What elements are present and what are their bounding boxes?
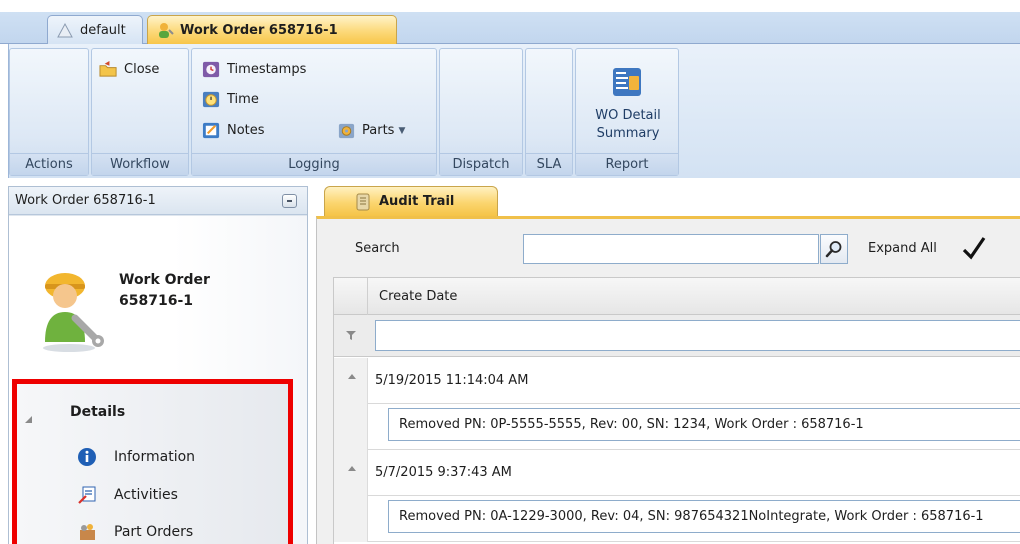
detail-row: Removed PN: 0A-1229-3000, Rev: 04, SN: 9… — [334, 496, 1020, 542]
parts-icon — [338, 123, 355, 139]
top-strip — [0, 0, 1020, 12]
nav-item-information-label: Information — [114, 449, 196, 465]
nav-item-activities[interactable]: Activities — [77, 483, 178, 507]
tab-audit-trail[interactable]: Audit Trail — [324, 186, 498, 216]
stopwatch-icon — [202, 91, 220, 108]
ribbon-group-sla-label: SLA — [526, 153, 572, 175]
wo-detail-label-line2: Summary — [596, 126, 660, 141]
worker-icon — [43, 273, 104, 352]
tab-work-order[interactable]: Work Order 658716-1 — [147, 15, 397, 44]
info-icon — [78, 448, 96, 466]
ribbon-group-logging: Timestamps Time Notes Parts ▼ Logging — [191, 48, 437, 176]
close-button[interactable]: Close — [99, 60, 159, 79]
notes-button[interactable]: Notes — [202, 121, 265, 140]
search-label: Search — [355, 241, 400, 256]
group-date: 5/7/2015 9:37:43 AM — [375, 465, 512, 480]
detail-report-icon — [613, 68, 641, 96]
tab-default[interactable]: default — [47, 15, 143, 44]
ribbon-group-workflow: Close Workflow — [91, 48, 189, 176]
ribbon-group-logging-label: Logging — [192, 153, 436, 175]
grid-header-row: Create Date — [334, 278, 1020, 315]
grid-header-gutter — [334, 278, 368, 315]
wo-detail-summary-button[interactable]: WO Detail Summary — [576, 49, 680, 153]
content-tab-bar: Audit Trail — [316, 186, 1020, 218]
group-row[interactable]: 5/19/2015 11:14:04 AM — [334, 358, 1020, 404]
ribbon-group-dispatch-label: Dispatch — [440, 153, 522, 175]
ribbon-group-workflow-label: Workflow — [92, 153, 188, 175]
work-order-panel: Work Order 658716-1 Work Order 658716-1 … — [8, 186, 308, 544]
worker-icon — [159, 23, 174, 38]
row-gutter — [334, 404, 368, 450]
parts-button[interactable]: Parts ▼ — [337, 121, 405, 140]
notes-button-label: Notes — [227, 123, 265, 138]
row-gutter — [334, 450, 368, 496]
details-section: Details Information Activities Part Orde… — [12, 379, 293, 544]
timestamps-button-label: Timestamps — [227, 62, 307, 77]
filter-input[interactable] — [375, 320, 1020, 351]
tab-audit-trail-label: Audit Trail — [379, 194, 455, 209]
group-date: 5/19/2015 11:14:04 AM — [375, 373, 529, 388]
notes-icon — [202, 122, 220, 139]
search-button[interactable] — [820, 234, 848, 264]
work-order-title-line1: Work Order — [119, 272, 210, 288]
expand-all-label: Expand All — [868, 241, 937, 256]
parts-button-label: Parts — [362, 123, 395, 138]
audit-grid: Create Date 5/19/2015 11:14:04 AM Remove… — [333, 277, 1020, 544]
nav-item-part-orders[interactable]: Part Orders — [77, 520, 193, 544]
search-icon — [825, 241, 842, 258]
detail-text: Removed PN: 0A-1229-3000, Rev: 04, SN: 9… — [388, 500, 1020, 533]
ribbon-group-dispatch: Dispatch — [439, 48, 523, 176]
ribbon-group-sla: SLA — [525, 48, 573, 176]
timestamps-button[interactable]: Timestamps — [202, 60, 306, 79]
timestamps-icon — [202, 61, 220, 78]
audit-trail-content: Search Expand All Create Date 5/19/2015 … — [316, 216, 1020, 544]
panel-body: Work Order 658716-1 Details Information — [9, 216, 307, 544]
tab-default-label: default — [80, 22, 126, 38]
expand-arrow-icon[interactable] — [25, 416, 32, 423]
row-gutter — [334, 496, 368, 542]
collapse-button[interactable] — [282, 194, 297, 208]
expand-all-checkbox[interactable] — [961, 235, 987, 261]
ribbon-group-actions-label: Actions — [10, 153, 88, 175]
detail-text: Removed PN: 0P-5555-5555, Rev: 00, SN: 1… — [388, 408, 1020, 441]
grid-filter-row — [334, 315, 1020, 357]
wo-detail-label-line1: WO Detail — [595, 108, 661, 123]
detail-row: Removed PN: 0P-5555-5555, Rev: 00, SN: 1… — [334, 404, 1020, 450]
ribbon-group-report: WO Detail Summary Report — [575, 48, 679, 176]
work-order-title-line2: 658716-1 — [119, 293, 193, 309]
time-button[interactable]: Time — [202, 90, 259, 109]
nav-item-activities-label: Activities — [114, 487, 178, 503]
panel-header-title: Work Order 658716-1 — [15, 193, 156, 208]
tab-work-order-label: Work Order 658716-1 — [180, 22, 338, 38]
scroll-icon — [356, 193, 370, 210]
work-order-title: Work Order 658716-1 — [119, 270, 269, 312]
panel-header: Work Order 658716-1 — [9, 187, 307, 215]
activities-icon — [78, 486, 96, 504]
home-arrow-icon — [57, 22, 73, 38]
filter-icon[interactable] — [346, 331, 356, 340]
collapse-caret-icon[interactable] — [348, 374, 356, 379]
ribbon-group-report-label: Report — [576, 153, 678, 175]
group-row[interactable]: 5/7/2015 9:37:43 AM — [334, 450, 1020, 496]
search-input[interactable] — [523, 234, 819, 264]
ribbon: Actions Close Workflow Timestamps Time N… — [8, 44, 1020, 178]
nav-item-part-orders-label: Part Orders — [114, 524, 194, 540]
close-button-label: Close — [124, 62, 160, 77]
row-gutter — [334, 358, 368, 404]
close-folder-icon — [99, 60, 117, 77]
chevron-down-icon: ▼ — [398, 125, 406, 136]
document-tab-bar: default Work Order 658716-1 — [0, 12, 1020, 44]
details-title: Details — [70, 404, 126, 420]
time-button-label: Time — [227, 92, 259, 107]
ribbon-group-actions: Actions — [9, 48, 89, 176]
column-header-create-date[interactable]: Create Date — [379, 289, 457, 304]
collapse-caret-icon[interactable] — [348, 466, 356, 471]
nav-item-information[interactable]: Information — [77, 445, 195, 469]
part-orders-icon — [80, 524, 95, 540]
